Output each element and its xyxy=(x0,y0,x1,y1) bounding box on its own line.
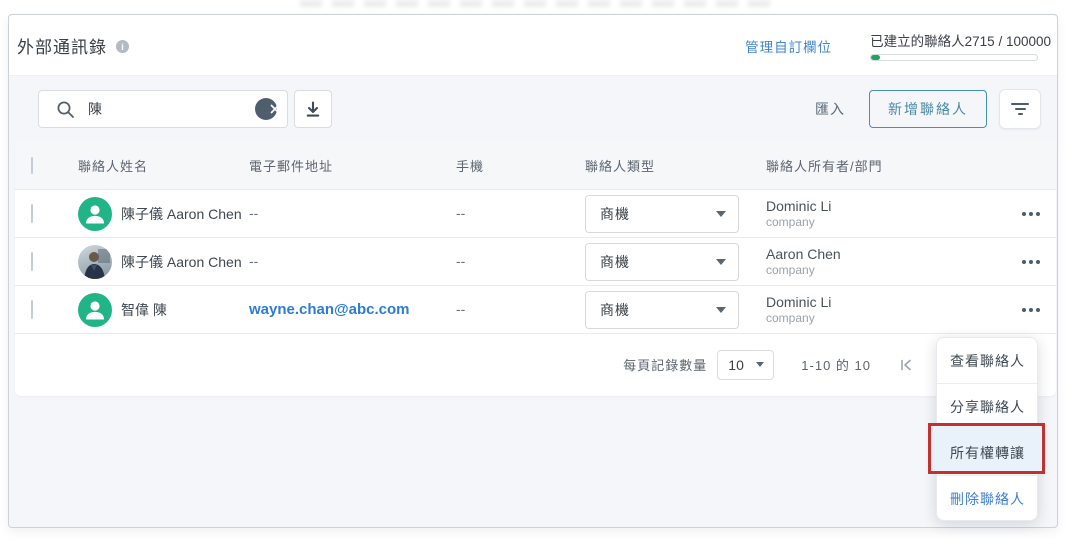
background-window-artifact xyxy=(300,0,770,7)
contact-avatar-icon xyxy=(78,292,112,327)
email-value: -- xyxy=(249,252,259,269)
per-page-label: 每頁記錄數量 xyxy=(623,358,708,373)
owner-name: Aaron Chen xyxy=(766,245,841,262)
chevron-down-icon xyxy=(716,306,726,313)
contact-name[interactable]: 陳子儀 Aaron Chen xyxy=(121,204,242,224)
row-checkbox[interactable] xyxy=(31,299,33,319)
filter-button[interactable] xyxy=(999,89,1041,129)
chevron-down-icon xyxy=(716,210,726,217)
download-icon xyxy=(306,101,320,117)
header-owner-department: 聯絡人所有者/部門 xyxy=(766,158,883,174)
contact-type-select[interactable]: 商機 xyxy=(585,194,739,233)
mobile-value: -- xyxy=(456,300,466,317)
row-actions-menu: 查看聯絡人 分享聯絡人 所有權轉讓 刪除聯絡人 xyxy=(928,337,1045,522)
row-actions-kebab-icon[interactable] xyxy=(1022,259,1040,264)
table-header-row: 聯絡人姓名 電子郵件地址 手機 聯絡人類型 聯絡人所有者/部門 xyxy=(15,141,1056,190)
page: 外部通訊錄 i 管理自訂欄位 已建立的聯絡人2715 / 100000 陳 匯入… xyxy=(0,0,1092,558)
import-button[interactable]: 匯入 xyxy=(815,99,845,119)
first-page-button[interactable] xyxy=(898,357,914,373)
owner-name: Dominic Li xyxy=(766,293,832,310)
owner-department: company xyxy=(766,214,815,229)
manage-custom-fields-link[interactable]: 管理自訂欄位 xyxy=(745,36,832,56)
select-all-checkbox[interactable] xyxy=(31,156,33,174)
contacts-progress-bar xyxy=(870,53,1039,61)
mobile-value: -- xyxy=(456,204,466,221)
row-checkbox[interactable] xyxy=(31,203,33,223)
header-email: 電子郵件地址 xyxy=(249,158,334,174)
contact-avatar-icon xyxy=(78,196,112,231)
toolbar-right: 匯入 新增聯絡人 xyxy=(815,89,1041,129)
page-title: 外部通訊錄 xyxy=(17,37,107,57)
email-value: -- xyxy=(249,204,259,221)
email-link[interactable]: wayne.chan@abc.com xyxy=(249,301,410,318)
contact-avatar-photo xyxy=(78,244,112,279)
filter-icon xyxy=(1011,103,1029,105)
contact-name[interactable]: 智偉 陳 xyxy=(121,300,167,320)
download-button[interactable] xyxy=(294,90,332,128)
header-contact-type: 聯絡人類型 xyxy=(585,158,656,174)
search-box[interactable] xyxy=(38,90,288,128)
table-row: 智偉 陳 wayne.chan@abc.com -- 商機 Dominic Li… xyxy=(15,286,1056,334)
header-mobile: 手機 xyxy=(456,158,485,174)
chevron-down-icon xyxy=(716,258,726,265)
menu-item-view-contact[interactable]: 查看聯絡人 xyxy=(937,338,1037,384)
per-page-select[interactable]: 10 xyxy=(717,349,775,380)
clear-search-icon[interactable] xyxy=(255,98,279,120)
external-contacts-panel: 外部通訊錄 i 管理自訂欄位 已建立的聯絡人2715 / 100000 陳 匯入… xyxy=(8,14,1058,528)
owner-name: Dominic Li xyxy=(766,197,832,214)
add-contact-button[interactable]: 新增聯絡人 xyxy=(869,90,987,128)
first-page-icon xyxy=(901,359,911,370)
contacts-table: 聯絡人姓名 電子郵件地址 手機 聯絡人類型 聯絡人所有者/部門 陳子儀 Aaro… xyxy=(15,141,1056,396)
pagination-range: 1-10 的 10 xyxy=(801,358,871,373)
contact-name[interactable]: 陳子儀 Aaron Chen xyxy=(121,252,242,272)
contact-type-select[interactable]: 商機 xyxy=(585,242,739,281)
menu-item-delete-contact[interactable]: 刪除聯絡人 xyxy=(937,476,1037,522)
mobile-value: -- xyxy=(456,252,466,269)
chevron-down-icon xyxy=(756,362,765,367)
row-actions-kebab-icon[interactable] xyxy=(1022,307,1040,312)
table-row: 陳子儀 Aaron Chen -- -- 商機 Dominic Li compa… xyxy=(15,190,1056,238)
row-checkbox[interactable] xyxy=(31,251,33,271)
toolbar: 匯入 新增聯絡人 xyxy=(9,76,1057,141)
info-icon[interactable]: i xyxy=(116,40,129,53)
owner-department: company xyxy=(766,310,815,325)
pagination-bar: 每頁記錄數量 10 1-10 的 10 xyxy=(15,334,1056,395)
table-row: 陳子儀 Aaron Chen -- -- 商機 Aaron Chen compa… xyxy=(15,238,1056,286)
header-contact-name: 聯絡人姓名 xyxy=(78,158,149,174)
contacts-counter: 已建立的聯絡人2715 / 100000 xyxy=(870,30,1051,61)
contacts-counter-label: 已建立的聯絡人2715 / 100000 xyxy=(870,33,1051,49)
contacts-progress-fill xyxy=(871,54,881,60)
owner-department: company xyxy=(766,262,815,277)
search-input[interactable] xyxy=(88,101,208,117)
contact-type-select[interactable]: 商機 xyxy=(585,290,739,329)
row-actions-kebab-icon[interactable] xyxy=(1022,211,1040,216)
title-bar-right: 管理自訂欄位 已建立的聯絡人2715 / 100000 xyxy=(745,30,1051,61)
title-bar: 外部通訊錄 i 管理自訂欄位 已建立的聯絡人2715 / 100000 xyxy=(9,15,1057,76)
search-icon xyxy=(57,101,74,118)
